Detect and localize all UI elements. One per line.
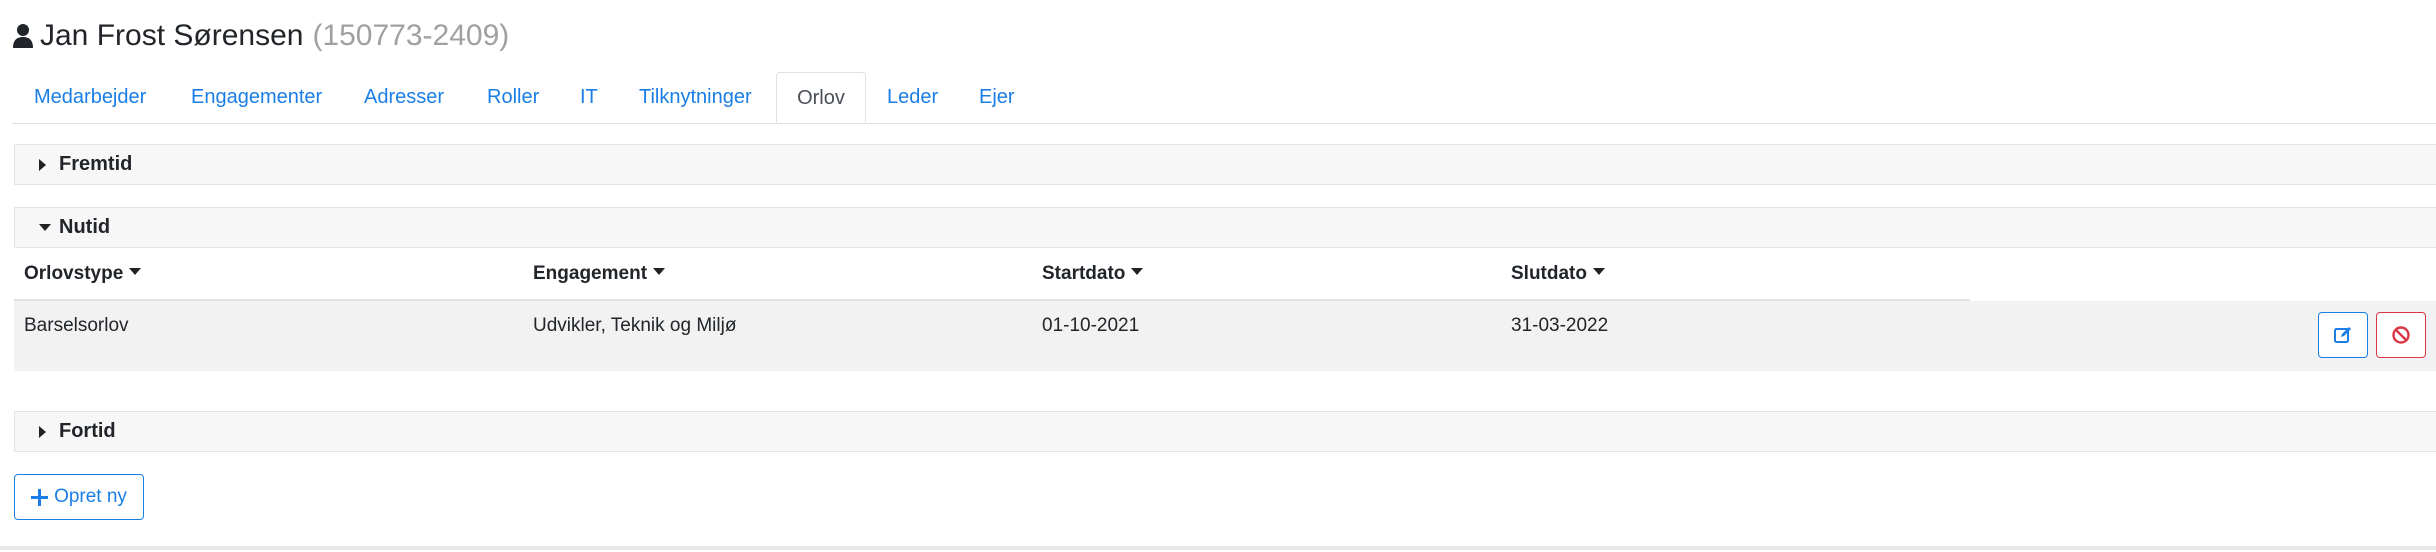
sort-icon [1593, 268, 1605, 276]
tab-it[interactable]: IT [580, 72, 598, 123]
section-fortid[interactable]: Fortid [14, 411, 2436, 452]
employee-name: Jan Frost Sørensen [40, 19, 304, 52]
divider [0, 546, 2436, 550]
person-icon [13, 24, 33, 48]
section-title: Nutid [59, 216, 111, 238]
section-nutid[interactable]: Nutid [14, 207, 2436, 248]
cell-orlovstype: Barselsorlov [24, 315, 129, 336]
tab-engagementer[interactable]: Engagementer [191, 72, 322, 123]
tab-ejer[interactable]: Ejer [979, 72, 1015, 123]
section-fremtid[interactable]: Fremtid [14, 144, 2436, 185]
create-new-button[interactable]: Opret ny [14, 474, 144, 520]
tab-adresser[interactable]: Adresser [364, 72, 444, 123]
caret-down-icon [39, 224, 51, 231]
column-slutdato[interactable]: Slutdato [1511, 249, 1605, 299]
page-header: Jan Frost Sørensen (150773-2409) [12, 14, 509, 58]
column-startdato[interactable]: Startdato [1042, 249, 1144, 299]
caret-right-icon [39, 426, 46, 438]
caret-right-icon [39, 159, 46, 171]
sort-icon [1131, 268, 1144, 276]
column-orlovstype[interactable]: Orlovstype [24, 249, 142, 299]
delete-button[interactable] [2376, 312, 2426, 358]
section-title: Fortid [59, 420, 116, 442]
column-engagement[interactable]: Engagement [533, 249, 666, 299]
tab-medarbejder[interactable]: Medarbejder [34, 72, 146, 123]
create-new-label: Opret ny [54, 486, 127, 507]
tab-leder[interactable]: Leder [887, 72, 938, 123]
cell-engagement: Udvikler, Teknik og Miljø [533, 315, 737, 336]
cell-slutdato: 31-03-2022 [1511, 315, 1609, 336]
edit-icon [2334, 327, 2351, 343]
tab-orlov[interactable]: Orlov [776, 72, 866, 123]
cell-startdato: 01-10-2021 [1042, 315, 1140, 336]
tab-bar: Medarbejder Engagementer Adresser Roller… [12, 72, 2436, 124]
employee-cpr: (150773-2409) [312, 19, 510, 52]
edit-button[interactable] [2318, 312, 2368, 358]
sort-icon [129, 268, 142, 276]
sort-icon [653, 268, 666, 276]
tab-tilknytninger[interactable]: Tilknytninger [639, 72, 752, 123]
section-title: Fremtid [59, 153, 133, 175]
table-row: Barselsorlov Udvikler, Teknik og Miljø 0… [14, 301, 2436, 371]
plus-icon [31, 488, 49, 506]
table-header: Orlovstype Engagement Startdato Slutdato [14, 249, 1970, 301]
ban-icon [2392, 326, 2410, 344]
tab-roller[interactable]: Roller [487, 72, 539, 123]
